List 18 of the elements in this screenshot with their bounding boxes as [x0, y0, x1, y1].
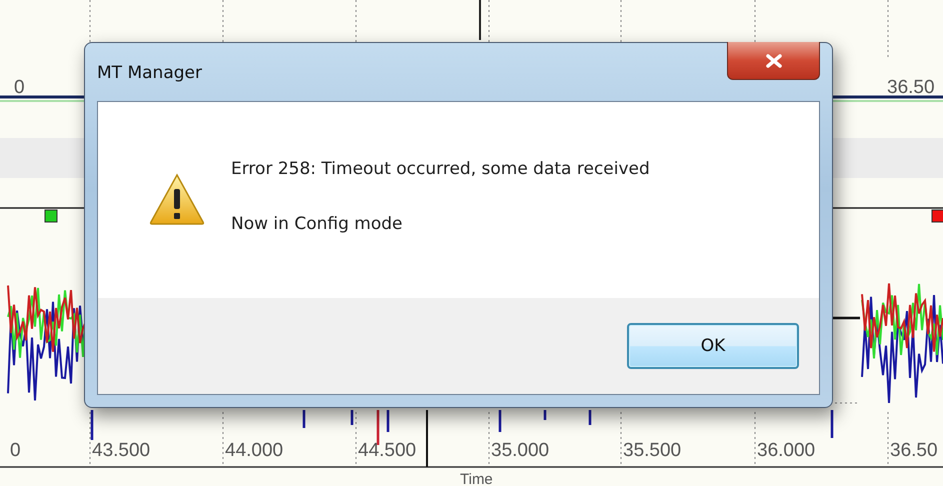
- close-button[interactable]: [727, 42, 820, 80]
- axis-label: 35.000: [491, 440, 550, 461]
- axis-label: 0: [14, 77, 25, 98]
- axis-label: 44.500: [358, 440, 416, 461]
- axis-label: 0: [10, 440, 21, 461]
- ok-button[interactable]: OK: [627, 323, 799, 369]
- close-icon: [764, 54, 782, 68]
- axis-title: Time: [460, 471, 493, 486]
- axis-label: 43.500: [92, 440, 150, 461]
- message-text: Now in Config mode: [231, 214, 404, 234]
- axis-label: 36.50: [887, 77, 935, 98]
- window-title: MT Manager: [97, 63, 202, 83]
- axis-label: 36.000: [757, 440, 816, 461]
- message-text: Error 258: Timeout occurred, some data received: [231, 159, 650, 179]
- axis-label: 35.500: [623, 440, 682, 461]
- axis-label: 44.000: [225, 440, 284, 461]
- axis-label: 36.50: [890, 440, 938, 461]
- warning-icon: [148, 172, 206, 226]
